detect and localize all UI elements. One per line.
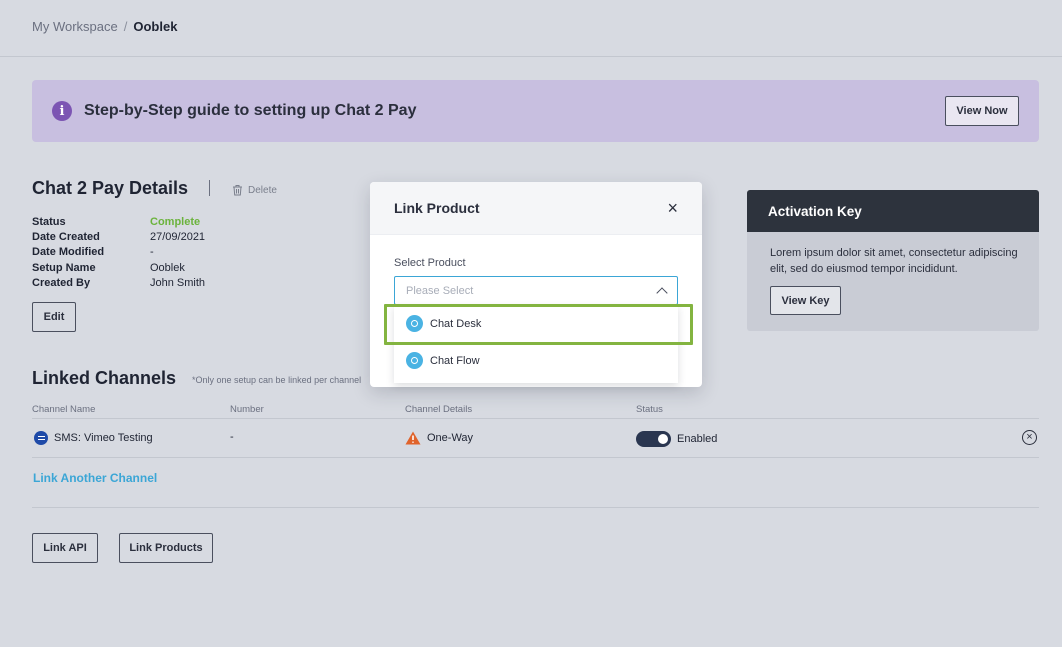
breadcrumb-root[interactable]: My Workspace	[32, 19, 118, 34]
option-chat-desk[interactable]: Chat Desk	[394, 305, 678, 342]
channel-details-cell: One-Way	[405, 431, 473, 445]
chat-desk-icon	[406, 315, 423, 332]
modal-title: Link Product	[394, 200, 480, 216]
channel-status-cell: Enabled	[636, 431, 717, 447]
channel-details: One-Way	[427, 432, 474, 444]
view-key-button[interactable]: View Key	[770, 286, 841, 315]
channel-name-cell: SMS: Vimeo Testing	[34, 431, 153, 445]
activation-key-card: Activation Key Lorem ipsum dolor sit ame…	[747, 190, 1039, 331]
warning-icon	[405, 431, 421, 445]
option-label: Chat Desk	[430, 317, 482, 330]
page-title: Chat 2 Pay Details	[32, 178, 189, 198]
trash-icon	[233, 185, 242, 196]
detail-setup-name: Setup Name Ooblek	[32, 261, 205, 276]
detail-label: Created By	[32, 276, 91, 289]
column-header-channel-details: Channel Details	[405, 404, 473, 415]
detail-value: 27/09/2021	[150, 231, 206, 244]
detail-label: Status	[32, 216, 66, 228]
detail-date-created: Date Created 27/09/2021	[32, 230, 205, 245]
link-products-button[interactable]: Link Products	[119, 533, 213, 563]
breadcrumb: My Workspace / Ooblek	[32, 19, 177, 34]
linked-channels-title: Linked Channels	[32, 368, 177, 388]
select-placeholder: Please Select	[406, 284, 474, 297]
table-row-divider	[32, 457, 1039, 458]
detail-value: -	[150, 246, 154, 259]
link-another-channel-link[interactable]: Link Another Channel	[33, 471, 157, 485]
detail-created-by: Created By John Smith	[32, 276, 205, 291]
status-toggle[interactable]	[636, 431, 671, 447]
sms-icon	[34, 431, 48, 445]
info-icon: i	[52, 101, 72, 121]
activation-key-text: Lorem ipsum dolor sit amet, consectetur …	[770, 247, 1018, 275]
column-header-status: Status	[636, 404, 663, 415]
option-label: Chat Flow	[430, 354, 480, 367]
title-divider	[209, 180, 210, 196]
select-product-label: Select Product	[394, 257, 466, 269]
link-api-button[interactable]: Link API	[32, 533, 98, 563]
detail-value: John Smith	[150, 276, 206, 289]
close-icon[interactable]: ×	[667, 199, 678, 217]
linked-channels-note: *Only one setup can be linked per channe…	[192, 375, 362, 385]
channel-name: SMS: Vimeo Testing	[54, 432, 153, 444]
product-options-list: Chat Desk Chat Flow	[394, 305, 678, 383]
option-chat-flow[interactable]: Chat Flow	[394, 342, 678, 379]
detail-value: Ooblek	[150, 261, 185, 274]
modal-header: Link Product ×	[370, 182, 702, 235]
select-product-dropdown[interactable]: Please Select	[394, 276, 678, 305]
detail-label: Date Created	[32, 231, 100, 244]
details-list: Status Complete Date Created 27/09/2021 …	[32, 215, 205, 291]
status-label: Enabled	[677, 433, 718, 445]
column-header-number: Number	[230, 404, 264, 415]
column-header-channel-name: Channel Name	[32, 404, 96, 415]
delete-label: Delete	[248, 184, 277, 196]
activation-key-body: Lorem ipsum dolor sit amet, consectetur …	[747, 232, 1039, 315]
detail-label: Setup Name	[32, 261, 96, 274]
breadcrumb-current: Ooblek	[133, 19, 178, 34]
detail-label: Date Modified	[32, 246, 105, 259]
channel-number: -	[230, 431, 234, 443]
breadcrumb-separator: /	[123, 19, 128, 34]
activation-key-title: Activation Key	[747, 190, 1039, 232]
detail-status: Status Complete	[32, 215, 205, 230]
detail-date-modified: Date Modified -	[32, 245, 205, 260]
chevron-up-icon	[656, 286, 668, 299]
delete-button[interactable]: Delete	[232, 184, 277, 196]
remove-channel-icon[interactable]: ×	[1022, 430, 1037, 445]
guide-banner: i Step-by-Step guide to setting up Chat …	[32, 80, 1039, 142]
section-divider	[32, 507, 1039, 508]
view-now-button[interactable]: View Now	[945, 96, 1019, 126]
status-value: Complete	[150, 216, 201, 228]
chat-flow-icon	[406, 352, 423, 369]
edit-button[interactable]: Edit	[32, 302, 76, 332]
table-header-divider	[32, 418, 1039, 419]
banner-text: Step-by-Step guide to setting up Chat 2 …	[84, 102, 417, 119]
header-divider	[0, 56, 1062, 57]
link-product-modal: Link Product × Select Product Please Sel…	[370, 182, 702, 387]
